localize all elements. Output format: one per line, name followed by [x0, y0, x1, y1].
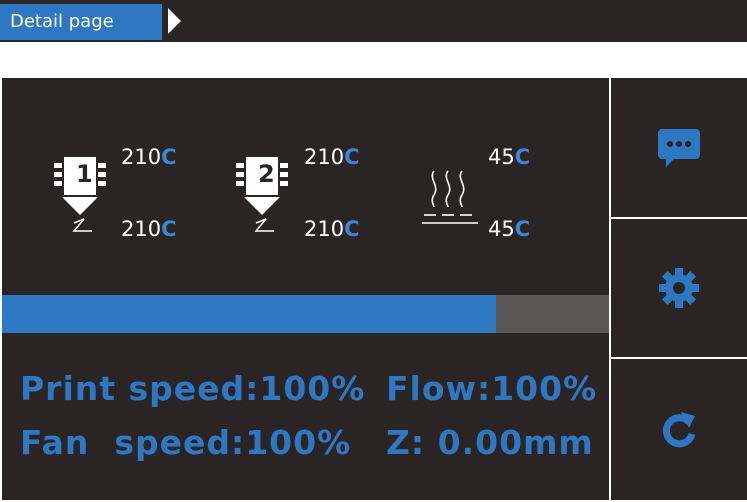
- temp-unit: C: [161, 217, 177, 241]
- extruder-2-target-temp: 210C: [304, 217, 360, 241]
- temp-unit: C: [344, 217, 360, 241]
- progress-fill: [2, 295, 497, 333]
- settings-button[interactable]: [611, 219, 747, 357]
- fan-speed-label: Fan speed:100%: [20, 423, 352, 462]
- temp-unit: C: [161, 145, 177, 169]
- extruder-1-current-temp: 210C: [121, 145, 177, 169]
- message-button[interactable]: [611, 78, 747, 217]
- refresh-icon: [662, 411, 696, 447]
- sidebar: [611, 78, 747, 500]
- refresh-button[interactable]: [611, 359, 747, 500]
- bed-current-temp: 45C: [488, 145, 530, 169]
- extruder-2-number: 2: [258, 160, 275, 188]
- flow-label: Flow:100%: [386, 369, 598, 408]
- chevron-right-icon: [168, 8, 181, 34]
- extruder-1-target-temp: 210C: [121, 217, 177, 241]
- temp-value: 210: [304, 145, 345, 169]
- temp-unit: C: [344, 145, 360, 169]
- message-icon: [658, 128, 700, 167]
- print-progress-bar: [2, 295, 609, 333]
- temp-value: 45: [488, 145, 515, 169]
- print-speed-label: Print speed:100%: [20, 369, 366, 408]
- temp-value: 210: [304, 217, 345, 241]
- top-bar: Detail page: [0, 0, 747, 42]
- temp-value: 210: [121, 145, 162, 169]
- heated-bed-icon: [422, 170, 478, 224]
- temp-value: 45: [488, 217, 515, 241]
- temp-unit: C: [514, 145, 531, 169]
- temp-value: 210: [121, 217, 162, 241]
- page-title-tab: Detail page: [0, 4, 162, 40]
- temp-unit: C: [514, 217, 531, 241]
- z-position-label: Z: 0.00mm: [386, 423, 594, 462]
- extruder-2-current-temp: 210C: [304, 145, 360, 169]
- extruder-1-number: 1: [76, 160, 93, 188]
- bed-target-temp: 45C: [488, 217, 530, 241]
- gear-icon: [659, 268, 699, 308]
